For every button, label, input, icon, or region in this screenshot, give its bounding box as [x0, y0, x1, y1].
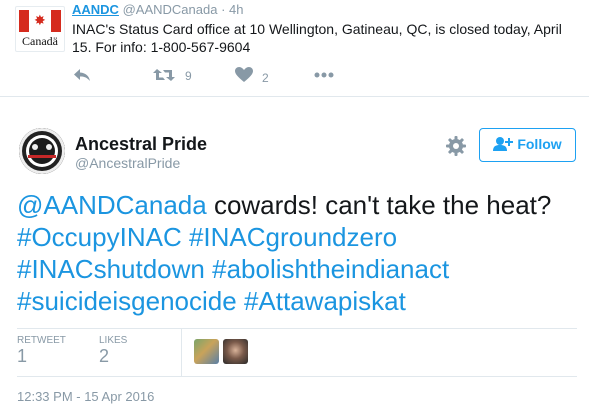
- liker-avatar[interactable]: [194, 339, 219, 364]
- hashtag-link[interactable]: #abolishtheindianact: [212, 254, 449, 284]
- hashtag-link[interactable]: #OccupyINAC: [17, 222, 182, 252]
- retweet-stat[interactable]: RETWEET 1: [17, 335, 66, 367]
- canada-wordmark: Canadä: [22, 34, 58, 48]
- liker-avatar[interactable]: [223, 339, 248, 364]
- retweet-icon[interactable]: [152, 66, 176, 87]
- hashtag-link[interactable]: #INACgroundzero: [189, 222, 397, 252]
- mention-link[interactable]: @AANDCanada: [17, 190, 207, 220]
- tweet-stats: RETWEET 1 LIKES 2: [17, 328, 577, 377]
- aandc-avatar[interactable]: ✸ Canadä: [15, 6, 65, 52]
- follow-label: Follow: [517, 135, 562, 152]
- like-count: 2: [262, 71, 269, 85]
- tweet-timestamp[interactable]: 12:33 PM - 15 Apr 2016: [17, 389, 154, 404]
- stats-divider: [181, 329, 182, 376]
- more-icon[interactable]: [314, 66, 334, 87]
- parent-action-bar: 9 2: [72, 66, 372, 86]
- main-author-name[interactable]: Ancestral Pride: [75, 134, 207, 155]
- parent-tweet[interactable]: ✸ Canadä AANDC @AANDCanada · 4h INAC's S…: [0, 0, 589, 97]
- heart-icon[interactable]: [234, 66, 254, 87]
- follow-button[interactable]: Follow: [479, 128, 576, 162]
- likes-stat[interactable]: LIKES 2: [99, 335, 127, 367]
- main-tweet-text: @AANDCanada cowards! can't take the heat…: [17, 189, 582, 317]
- tweet-body-text: cowards! can't take the heat?: [206, 190, 552, 220]
- parent-tweet-text: INAC's Status Card office at 10 Wellingt…: [72, 21, 562, 55]
- reply-icon[interactable]: [72, 66, 92, 87]
- ancestral-pride-avatar[interactable]: [19, 128, 65, 174]
- canada-flag-icon: ✸: [19, 10, 61, 32]
- parent-tweet-time[interactable]: 4h: [229, 2, 243, 17]
- retweet-count: 9: [185, 69, 192, 83]
- retweet-label: RETWEET: [17, 335, 66, 346]
- follow-user-icon: [493, 136, 514, 155]
- hashtag-link[interactable]: #INACshutdown: [17, 254, 205, 284]
- time-separator: ·: [221, 2, 226, 17]
- hashtag-link[interactable]: #Attawapiskat: [244, 286, 406, 316]
- likes-label: LIKES: [99, 335, 128, 346]
- parent-author-handle[interactable]: @AANDCanada: [123, 2, 218, 17]
- main-author-handle[interactable]: @AncestralPride: [75, 155, 180, 171]
- parent-tweet-header: AANDC @AANDCanada · 4h: [72, 2, 244, 18]
- hashtag-link[interactable]: #suicideisgenocide: [17, 286, 237, 316]
- retweet-count: 1: [17, 346, 28, 366]
- gear-icon[interactable]: [445, 135, 467, 162]
- parent-author-name[interactable]: AANDC: [72, 2, 119, 17]
- likes-count: 2: [99, 346, 110, 366]
